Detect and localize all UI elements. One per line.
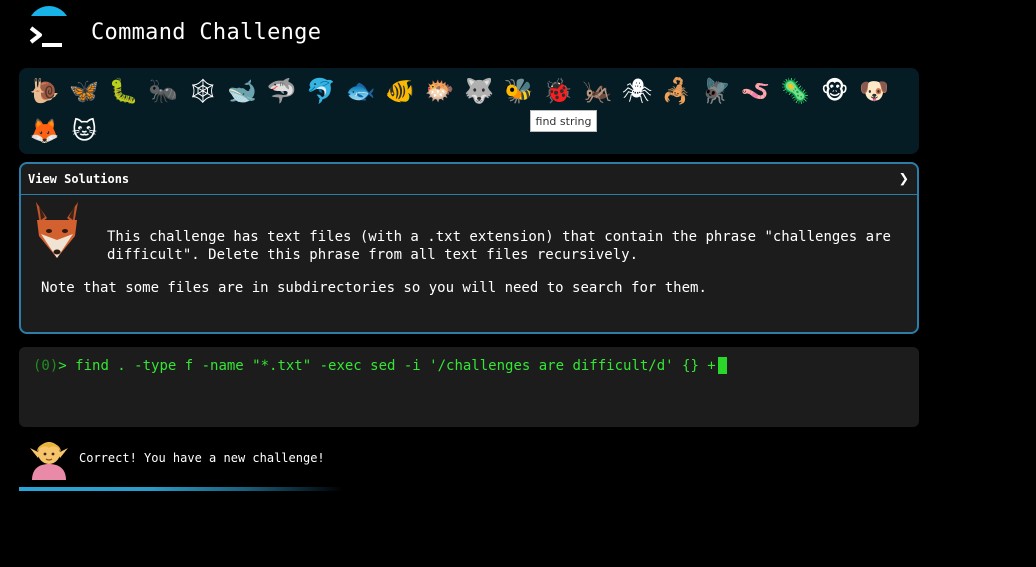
bee-icon[interactable]: 🐝 [499,71,539,111]
fox-face-icon [36,202,78,258]
view-solutions-header[interactable]: View Solutions ❯ [21,164,917,195]
level-icon-bar: 🐌 🦋 🐛 🐜 🕸 🐋 🦈 🐬 🐟 🐠 🐡 🐺 🐝 🐞 🦗 🕷 🦂 🪰 🪱 🦠 🐵 🐶 🦊 🐱 [19,68,919,154]
level-icon-row: 🐌 🦋 🐛 🐜 🕸 🐋 🦈 🐬 🐟 🐠 🐡 🐺 🐝 🐞 🦗 🕷 🦂 🪰 🪱 🦠 🐵 🐶 🦊 🐱 [25,71,913,151]
chevron-right-icon[interactable]: ❯ [899,169,909,189]
fish-icon[interactable]: 🐟 [341,71,381,111]
spider-web-icon[interactable]: 🕸 [183,71,223,111]
prompt-symbol: > [58,357,76,374]
blowfish-icon[interactable]: 🐡 [420,71,460,111]
elf-avatar-icon [30,442,68,480]
terminal-input-area[interactable]: (0) > find . -type f -name "*.txt" -exec … [19,347,919,427]
worm-icon[interactable]: 🪱 [736,71,776,111]
dolphin-icon[interactable]: 🐬 [302,71,342,111]
snail-icon[interactable]: 🐌 [25,71,65,111]
command-text[interactable]: find . -type f -name "*.txt" -exec sed -… [75,358,716,374]
terminal-line[interactable]: (0) > find . -type f -name "*.txt" -exec … [33,357,905,374]
scorpion-icon[interactable]: 🦂 [657,71,697,111]
result-message: Correct! You have a new challenge! [79,451,325,465]
whale-icon[interactable]: 🐋 [223,71,263,111]
terminal-cursor [717,357,727,374]
shark-icon[interactable]: 🦈 [262,71,302,111]
ladybug-icon[interactable]: 🐞 [539,71,579,111]
butterfly-icon[interactable]: 🦋 [65,71,105,111]
challenge-panel: View Solutions ❯ This challenge has text… [19,162,919,334]
terminal-prompt-icon [29,26,62,47]
progress-bar [19,487,559,491]
progress-bar-fill [19,487,343,491]
monkey-face-icon[interactable]: 🐵 [815,71,855,111]
microbe-icon[interactable]: 🦠 [776,71,816,111]
ant-icon[interactable]: 🐜 [144,71,184,111]
fly-icon[interactable]: 🪰 [697,71,737,111]
cat-face-icon[interactable]: 🐱 [65,111,105,151]
page-title: Command Challenge [91,20,322,45]
exit-status: (0) [33,357,59,374]
tropical-fish-icon[interactable]: 🐠 [381,71,421,111]
dog-face-icon[interactable]: 🐶 [855,71,895,111]
caterpillar-icon[interactable]: 🐛 [104,71,144,111]
icon-tooltip: find string [530,110,597,132]
cricket-icon[interactable]: 🦗 [578,71,618,111]
challenge-note: Note that some files are in subdirectori… [41,280,707,296]
wolf-icon[interactable]: 🐺 [460,71,500,111]
view-solutions-label: View Solutions [28,172,130,186]
challenge-description: This challenge has text files (with a .t… [107,229,891,263]
fox-face-icon[interactable]: 🦊 [25,111,65,151]
spider-icon[interactable]: 🕷 [618,71,658,111]
